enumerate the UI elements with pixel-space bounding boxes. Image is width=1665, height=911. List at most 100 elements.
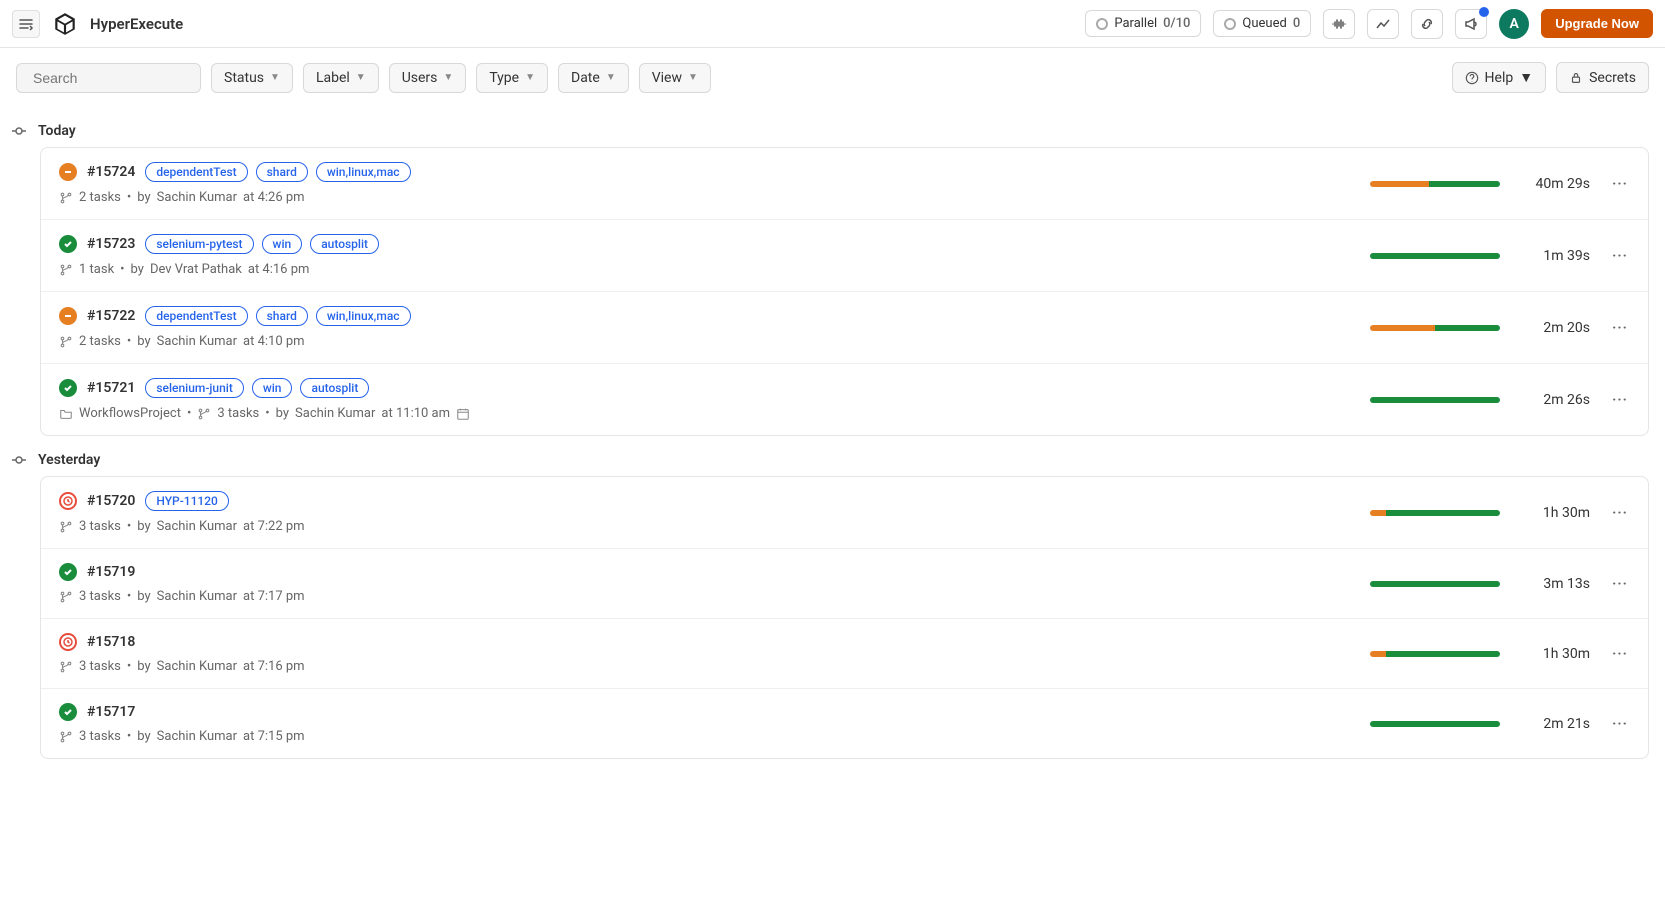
secrets-button[interactable]: Secrets (1556, 62, 1649, 93)
progress-segment (1370, 651, 1386, 657)
filter-users[interactable]: Users▼ (389, 63, 467, 93)
job-more-button[interactable]: ··· (1610, 505, 1630, 521)
filter-status[interactable]: Status▼ (211, 63, 293, 93)
job-tag[interactable]: HYP-11120 (145, 491, 229, 511)
job-more-button[interactable]: ··· (1610, 716, 1630, 732)
audio-icon-button[interactable] (1323, 9, 1355, 39)
filter-label[interactable]: Label▼ (303, 63, 379, 93)
job-tasks: 2 tasks (79, 190, 121, 205)
job-tasks: 2 tasks (79, 334, 121, 349)
job-progress-bar (1370, 581, 1500, 587)
job-tag[interactable]: selenium-junit (145, 378, 243, 398)
job-progress-bar (1370, 181, 1500, 187)
job-tasks: 3 tasks (79, 659, 121, 674)
job-tag[interactable]: autosplit (300, 378, 369, 398)
job-more-button[interactable]: ··· (1610, 576, 1630, 592)
job-user: Sachin Kumar (295, 406, 375, 421)
branch-icon (59, 730, 73, 744)
job-duration: 3m 13s (1520, 576, 1590, 592)
status-success-icon (59, 379, 77, 397)
job-more-button[interactable]: ··· (1610, 176, 1630, 192)
job-more-button[interactable]: ··· (1610, 646, 1630, 662)
branch-icon (59, 263, 73, 277)
job-tag[interactable]: win,linux,mac (316, 306, 411, 326)
progress-segment (1386, 651, 1500, 657)
job-meta: 3 tasks•bySachin Kumarat 7:17 pm (59, 589, 1350, 604)
filterbar: Status▼ Label▼ Users▼ Type▼ Date▼ View▼ … (0, 48, 1665, 107)
job-tag[interactable]: shard (256, 162, 308, 182)
job-tag[interactable]: dependentTest (145, 162, 247, 182)
job-user: Sachin Kumar (157, 190, 237, 205)
job-id: #15722 (87, 308, 135, 324)
job-row[interactable]: #15720HYP-111203 tasks•bySachin Kumarat … (41, 477, 1648, 549)
job-progress-bar (1370, 325, 1500, 331)
job-row[interactable]: #15722 dependentTest shard win,linux,mac 2 t… (41, 292, 1648, 364)
status-timer-icon (59, 633, 77, 651)
job-time: at 7:15 pm (243, 729, 305, 744)
notifications-icon-button[interactable] (1455, 9, 1487, 39)
search-input[interactable] (33, 70, 214, 86)
progress-segment (1370, 721, 1500, 727)
queued-count: 0 (1293, 16, 1300, 31)
group-label: Yesterday (38, 452, 100, 468)
filter-date[interactable]: Date▼ (558, 63, 629, 93)
calendar-icon (456, 407, 470, 421)
queued-pill[interactable]: Queued 0 (1213, 10, 1311, 37)
progress-segment (1370, 397, 1500, 403)
logo-icon (52, 11, 78, 37)
job-row[interactable]: #15724dependentTestshardwin,linux,mac2 t… (41, 148, 1648, 220)
help-button[interactable]: Help ▼ (1452, 62, 1547, 93)
filter-view[interactable]: View▼ (639, 63, 711, 93)
status-success-icon (59, 703, 77, 721)
job-tasks: 1 task (79, 262, 114, 277)
job-duration: 1m 39s (1520, 248, 1590, 264)
circle-icon (1096, 18, 1108, 30)
job-row[interactable]: #15723selenium-pytestwinautosplit1 task•… (41, 220, 1648, 292)
job-tasks: 3 tasks (79, 519, 121, 534)
job-more-button[interactable]: ··· (1610, 320, 1630, 336)
job-time: at 4:10 pm (243, 334, 305, 349)
job-id: #15717 (87, 704, 135, 720)
job-row[interactable]: #15721selenium-junitwinautosplitWorkflow… (41, 364, 1648, 435)
job-user: Sachin Kumar (157, 589, 237, 604)
job-user: Sachin Kumar (157, 334, 237, 349)
job-tag[interactable]: win (262, 234, 303, 254)
progress-segment (1370, 325, 1435, 331)
parallel-label: Parallel (1114, 16, 1157, 31)
upgrade-button[interactable]: Upgrade Now (1541, 9, 1653, 38)
job-tag[interactable]: win,linux,mac (316, 162, 411, 182)
progress-segment (1386, 510, 1500, 516)
status-partial-icon (59, 163, 77, 181)
job-project: WorkflowsProject (79, 406, 181, 421)
job-progress-bar (1370, 253, 1500, 259)
commit-node-icon (12, 453, 26, 467)
job-tag[interactable]: selenium-pytest (145, 234, 253, 254)
app-logo (52, 11, 78, 37)
job-row[interactable]: #157183 tasks•bySachin Kumarat 7:16 pm1h… (41, 619, 1648, 689)
job-tag[interactable]: shard (256, 306, 308, 326)
job-tags: dependentTest shard win,linux,mac (145, 162, 410, 182)
progress-segment (1370, 510, 1386, 516)
menu-toggle-button[interactable] (12, 10, 40, 38)
filter-type[interactable]: Type▼ (476, 63, 548, 93)
job-id: #15723 (87, 236, 135, 252)
user-avatar[interactable]: A (1499, 9, 1529, 39)
job-meta: 3 tasks•bySachin Kumarat 7:16 pm (59, 659, 1350, 674)
job-row[interactable]: #157173 tasks•bySachin Kumarat 7:15 pm2m… (41, 689, 1648, 758)
branch-icon (59, 191, 73, 205)
analytics-icon-button[interactable] (1367, 9, 1399, 39)
job-more-button[interactable]: ··· (1610, 248, 1630, 264)
search-box[interactable] (16, 63, 201, 93)
job-tags: dependentTest shard win,linux,mac (145, 306, 410, 326)
job-tag[interactable]: autosplit (310, 234, 379, 254)
job-time: at 7:17 pm (243, 589, 305, 604)
job-row[interactable]: #157193 tasks•bySachin Kumarat 7:17 pm3m… (41, 549, 1648, 619)
parallel-pill[interactable]: Parallel 0/10 (1085, 10, 1201, 37)
job-tag[interactable]: win (252, 378, 293, 398)
job-tag[interactable]: dependentTest (145, 306, 247, 326)
job-duration: 2m 21s (1520, 716, 1590, 732)
job-more-button[interactable]: ··· (1610, 392, 1630, 408)
job-time: at 4:26 pm (243, 190, 305, 205)
job-tags: selenium-pytest win autosplit (145, 234, 379, 254)
link-icon-button[interactable] (1411, 9, 1443, 39)
